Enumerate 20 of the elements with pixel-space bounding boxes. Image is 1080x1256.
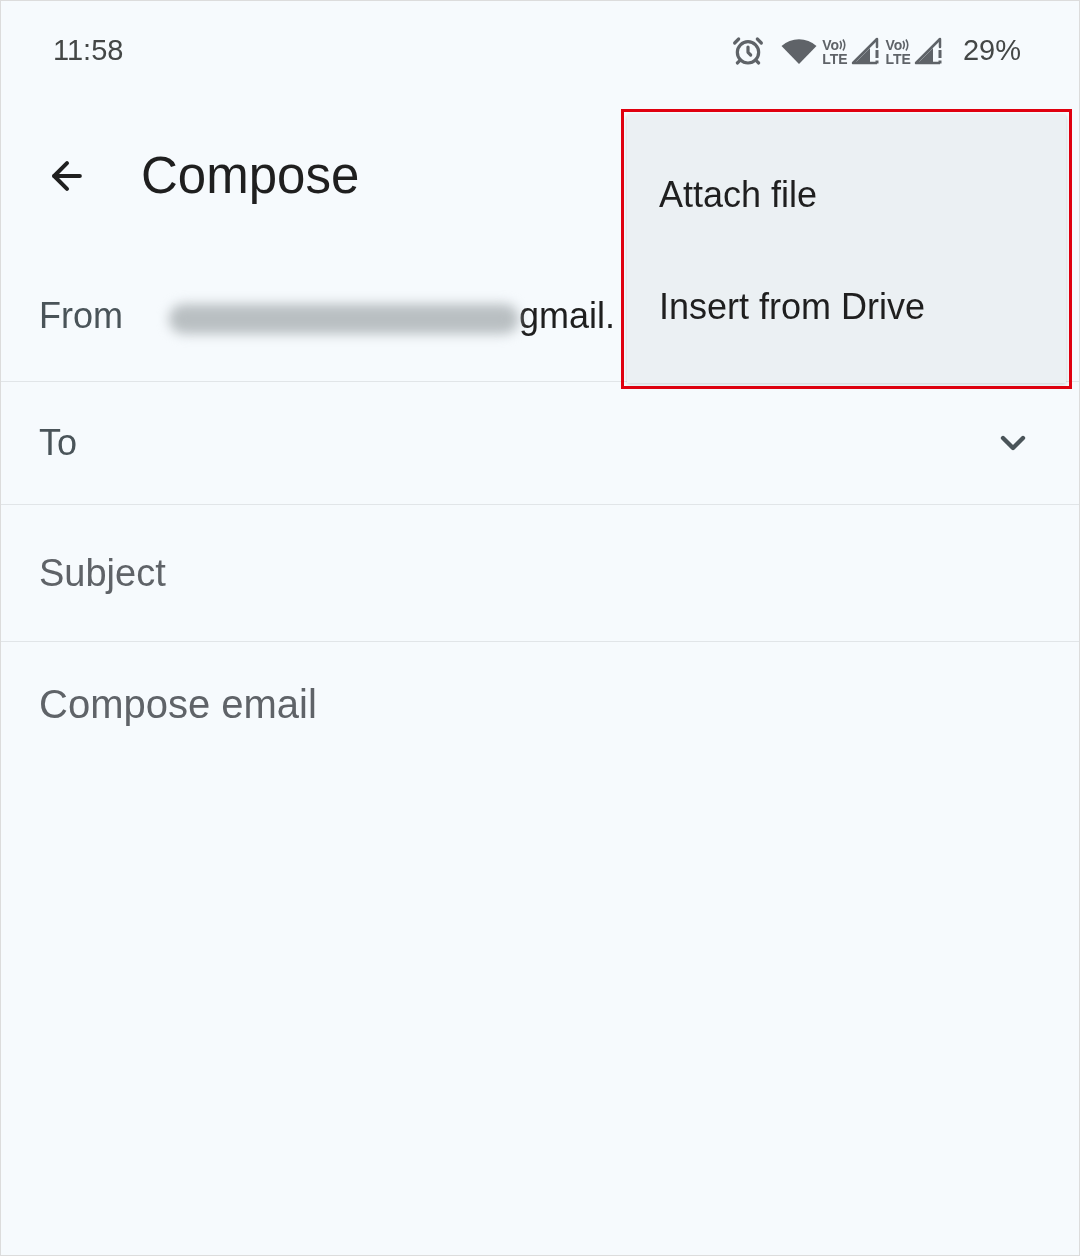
volte-label: Vo: [822, 38, 839, 52]
voice-wave-icon: [839, 39, 846, 51]
battery-percentage: 29%: [962, 33, 1021, 69]
alarm-icon: [732, 35, 765, 67]
signal-strength-icon: [849, 36, 882, 66]
status-time: 11:58: [53, 33, 124, 69]
lte-label: LTE: [885, 52, 911, 66]
wifi-icon: [780, 37, 819, 65]
email-body-field[interactable]: Compose email: [39, 674, 1041, 734]
sender-address: gmail.: [519, 294, 616, 338]
volte-label: Vo: [885, 38, 903, 52]
subject-input-field[interactable]: Subject: [39, 543, 1041, 603]
signal-strength-icon: [912, 36, 945, 66]
lte-label: LTE: [822, 52, 848, 66]
from-label: From: [39, 294, 124, 338]
menu-item[interactable]: Insert from Drive: [627, 251, 1066, 363]
voice-wave-icon: [902, 39, 910, 51]
screen-title: Compose: [141, 145, 360, 206]
to-label: To: [39, 421, 78, 465]
menu-item[interactable]: Attach file: [627, 139, 1066, 251]
